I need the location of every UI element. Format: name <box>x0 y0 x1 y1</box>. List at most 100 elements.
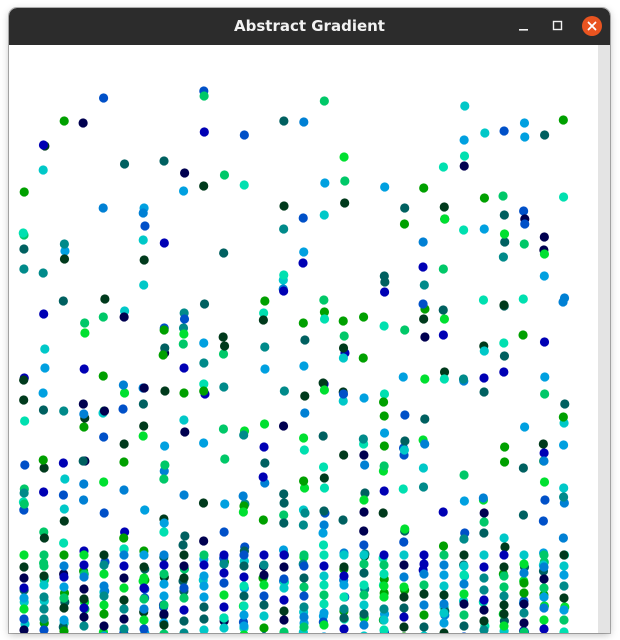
dot <box>260 458 270 468</box>
dot <box>159 600 169 610</box>
dot <box>439 608 449 618</box>
dot <box>379 615 389 625</box>
dot <box>218 349 229 359</box>
dot <box>400 436 410 446</box>
dot <box>199 614 209 624</box>
dot <box>318 431 328 441</box>
dot <box>338 515 348 525</box>
dot <box>438 330 448 340</box>
dot <box>39 309 49 319</box>
dot <box>299 361 309 371</box>
dot <box>299 612 309 622</box>
dot <box>279 583 289 593</box>
dot <box>558 115 568 125</box>
dot <box>459 151 470 161</box>
dot <box>419 550 429 560</box>
dot <box>558 412 568 422</box>
dot <box>139 383 149 393</box>
dot <box>38 405 49 415</box>
dot <box>159 474 169 484</box>
close-button[interactable] <box>582 16 602 36</box>
dot <box>59 239 69 249</box>
dot <box>318 462 329 472</box>
dot <box>459 161 469 171</box>
dot <box>279 627 289 633</box>
dot <box>419 559 429 569</box>
dot <box>399 219 410 229</box>
dot <box>99 560 109 570</box>
dot <box>79 584 89 594</box>
dot <box>540 130 550 140</box>
dot <box>379 441 389 451</box>
maximize-button[interactable] <box>549 17 567 35</box>
dot <box>539 448 549 458</box>
dot <box>319 506 329 516</box>
dot <box>458 374 469 384</box>
dot <box>38 165 48 175</box>
dot <box>338 343 349 353</box>
dot <box>339 571 349 581</box>
dot <box>179 628 189 633</box>
dot <box>138 235 148 245</box>
dot <box>39 614 49 624</box>
dot <box>499 126 509 136</box>
dot <box>419 314 429 324</box>
dot <box>140 221 150 231</box>
dot <box>179 415 189 425</box>
dot <box>259 611 269 621</box>
dot <box>520 422 530 432</box>
dot <box>360 631 368 633</box>
dot <box>179 388 189 398</box>
dot <box>139 562 149 572</box>
dot <box>39 561 49 571</box>
dot <box>399 612 409 622</box>
dot <box>320 178 330 188</box>
scrollbar[interactable] <box>598 45 610 633</box>
dot <box>199 625 209 633</box>
dot <box>20 460 30 470</box>
dot <box>519 588 529 598</box>
minimize-button[interactable] <box>515 17 533 35</box>
dot <box>138 208 148 218</box>
dot <box>339 624 349 633</box>
dot <box>199 91 209 101</box>
dot <box>518 330 528 340</box>
dot <box>279 606 289 616</box>
dot <box>40 344 50 354</box>
dot <box>378 508 388 518</box>
dot <box>540 372 550 382</box>
dot <box>199 127 209 137</box>
dot <box>261 632 267 633</box>
dot <box>538 516 548 526</box>
dot <box>259 570 269 580</box>
dot <box>138 399 148 409</box>
dot <box>179 573 189 583</box>
dot <box>499 210 509 220</box>
dot <box>358 434 368 444</box>
dot <box>239 621 249 631</box>
dot <box>359 620 369 630</box>
dot <box>559 570 569 580</box>
maximize-icon <box>552 20 563 31</box>
dot <box>259 442 269 452</box>
dot <box>79 422 89 432</box>
dot <box>339 550 349 560</box>
dot <box>139 550 149 560</box>
dot <box>559 550 569 560</box>
dot <box>199 571 209 581</box>
dot <box>199 386 209 396</box>
dot <box>139 583 149 593</box>
dot <box>559 605 569 615</box>
dot <box>39 550 49 560</box>
dot <box>19 395 29 405</box>
dot <box>59 582 69 592</box>
dot <box>138 431 148 441</box>
title-bar[interactable]: Abstract Gradient <box>9 8 610 45</box>
dot <box>260 364 270 374</box>
dot <box>239 591 249 601</box>
dot <box>378 397 389 407</box>
dot <box>359 559 369 569</box>
dot <box>299 602 309 612</box>
dot <box>499 367 509 377</box>
dot <box>359 590 369 600</box>
